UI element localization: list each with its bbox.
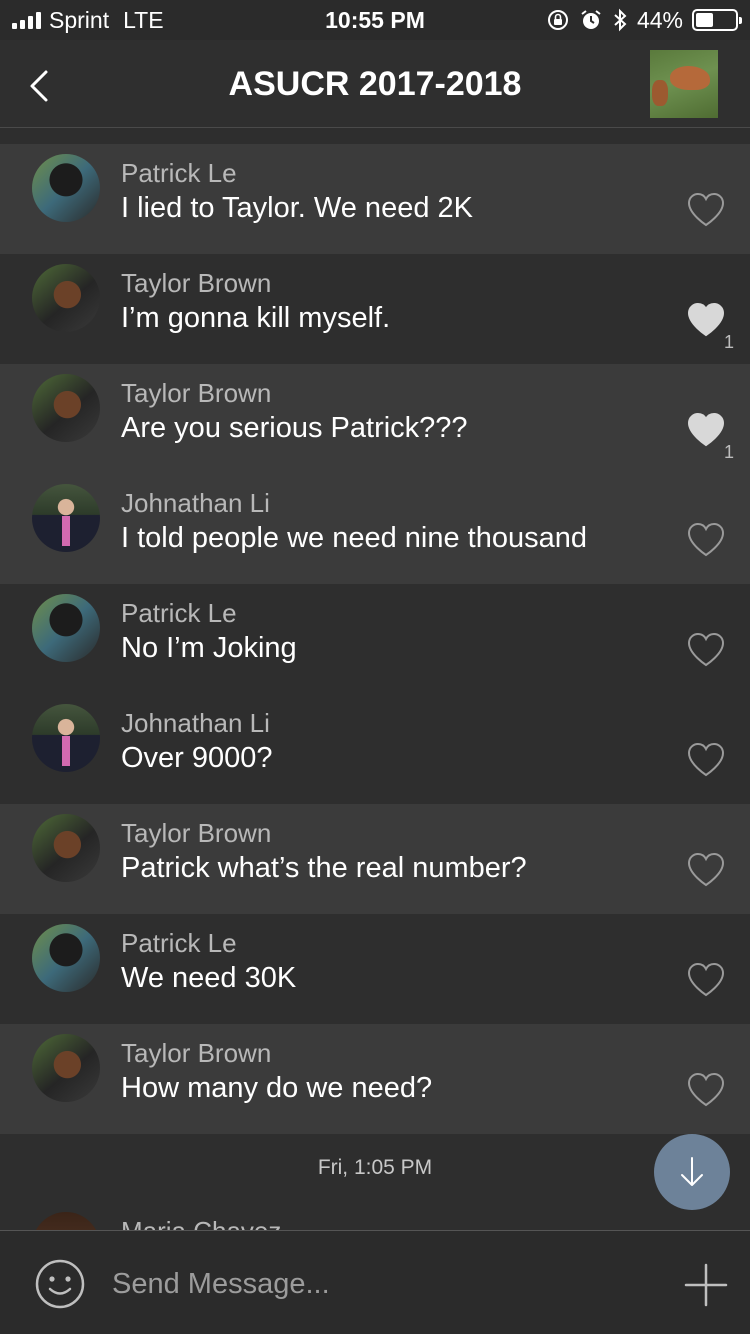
- list-item[interactable]: Johnathan Li I told people we need nine t…: [0, 474, 750, 584]
- avatar[interactable]: [32, 374, 100, 442]
- nav-bar: ASUCR 2017-2018: [0, 40, 750, 128]
- avatar[interactable]: [32, 814, 100, 882]
- avatar[interactable]: [32, 594, 100, 662]
- message-text: We need 30K: [121, 962, 297, 994]
- list-item[interactable]: Patrick Le No I’m Joking: [0, 584, 750, 694]
- message-author: Patrick Le: [121, 928, 237, 958]
- message-author: Taylor Brown: [121, 1038, 272, 1068]
- list-item[interactable]: Taylor Brown I’m gonna kill myself. 1: [0, 254, 750, 364]
- message-author: Taylor Brown: [121, 818, 272, 848]
- rotation-lock-icon: [547, 10, 568, 30]
- heart-icon[interactable]: [686, 522, 726, 558]
- message-author: Maria Chavez: [121, 1216, 281, 1230]
- message-text: Over 9000?: [121, 742, 273, 774]
- heart-icon[interactable]: [686, 1072, 726, 1108]
- avatar[interactable]: [32, 154, 100, 222]
- like-count: 1: [724, 332, 735, 352]
- message-input[interactable]: [112, 1259, 652, 1309]
- status-bar: Sprint LTE 10:55 PM 44%: [0, 0, 750, 40]
- message-text: I told people we need nine thousand: [121, 522, 587, 554]
- message-author: Johnathan Li: [121, 488, 270, 518]
- heart-icon[interactable]: [686, 412, 726, 448]
- heart-icon[interactable]: [686, 302, 726, 338]
- message-text: I’m gonna kill myself.: [121, 302, 391, 334]
- avatar[interactable]: [32, 484, 100, 552]
- heart-icon[interactable]: [686, 632, 726, 668]
- message-composer: [0, 1230, 750, 1334]
- plus-icon[interactable]: [684, 1263, 728, 1307]
- message-text: No I’m Joking: [121, 632, 297, 664]
- heart-icon[interactable]: [686, 962, 726, 998]
- avatar[interactable]: [32, 1034, 100, 1102]
- message-text: Patrick what’s the real number?: [121, 852, 527, 884]
- like-count: 1: [724, 442, 735, 462]
- list-item[interactable]: Taylor Brown Are you serious Patrick??? 1: [0, 364, 750, 474]
- bluetooth-icon: [614, 8, 627, 32]
- list-item[interactable]: Taylor Brown Patrick what’s the real numb…: [0, 804, 750, 914]
- heart-icon[interactable]: [686, 742, 726, 778]
- smiley-icon[interactable]: [34, 1258, 86, 1310]
- message-author: Patrick Le: [121, 598, 237, 628]
- message-text: Are you serious Patrick???: [121, 412, 468, 444]
- heart-icon[interactable]: [686, 852, 726, 888]
- message-text: How many do we need?: [121, 1072, 433, 1104]
- battery-fill: [696, 13, 713, 27]
- avatar[interactable]: [32, 704, 100, 772]
- heart-icon[interactable]: [686, 192, 726, 228]
- alarm-icon: [581, 10, 601, 29]
- message-author: Patrick Le: [121, 158, 237, 188]
- status-right: 44%: [546, 0, 742, 40]
- list-item[interactable]: Maria Chavez: [0, 1206, 750, 1230]
- message-list[interactable]: Patrick Le I lied to Taylor. We need 2K Ta…: [0, 144, 750, 1230]
- battery-icon: [692, 9, 742, 31]
- list-item[interactable]: Johnathan Li Over 9000?: [0, 694, 750, 804]
- group-avatar[interactable]: [650, 50, 718, 118]
- message-author: Johnathan Li: [121, 708, 270, 738]
- avatar[interactable]: [32, 264, 100, 332]
- list-item[interactable]: Taylor Brown How many do we need?: [0, 1024, 750, 1134]
- avatar[interactable]: [32, 1212, 100, 1230]
- message-text: I lied to Taylor. We need 2K: [121, 192, 473, 224]
- battery-percent: 44%: [636, 6, 683, 33]
- message-author: Taylor Brown: [121, 378, 272, 408]
- list-item[interactable]: Patrick Le We need 30K: [0, 914, 750, 1024]
- arrow-down-icon: [681, 1157, 703, 1186]
- scroll-to-bottom-button[interactable]: [654, 1134, 730, 1210]
- message-author: Taylor Brown: [121, 268, 272, 298]
- date-separator: Fri, 1:05 PM: [317, 1156, 433, 1179]
- list-item[interactable]: Patrick Le I lied to Taylor. We need 2K: [0, 144, 750, 254]
- page-title: ASUCR 2017-2018: [228, 65, 522, 103]
- avatar[interactable]: [32, 924, 100, 992]
